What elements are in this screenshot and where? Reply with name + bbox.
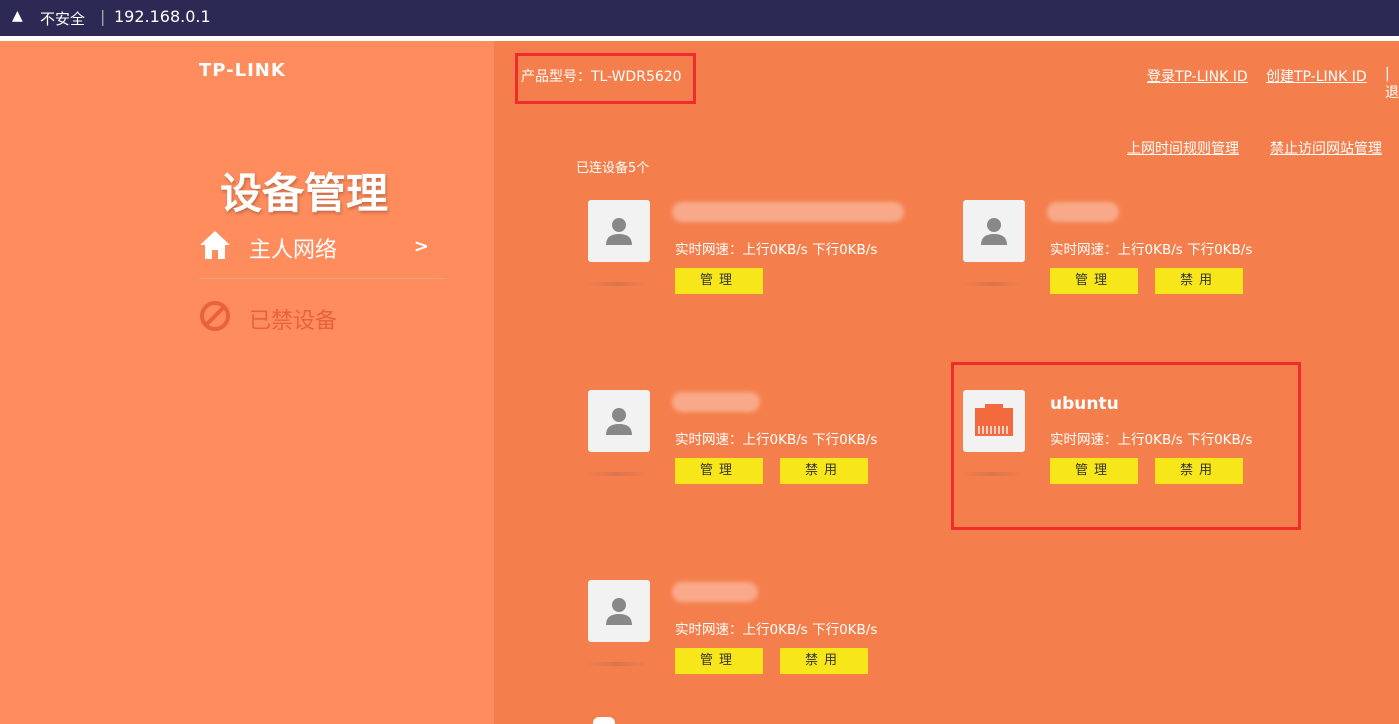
device-avatar [963,200,1025,262]
connected-device-count: 已连设备5个 [576,161,650,176]
device-name-redacted [672,202,904,222]
home-icon [199,230,231,264]
page-title: 设备管理 [220,169,389,218]
device-mac-redacted [961,282,1023,286]
blocked-websites-link[interactable]: 禁止访问网站管理 [1270,138,1382,158]
manage-button[interactable]: 管理 [1050,268,1138,294]
disable-button[interactable]: 禁用 [780,458,868,484]
scroll-indicator [593,717,615,724]
disable-button[interactable]: 禁用 [1155,268,1243,294]
highlight-box-ubuntu [951,362,1301,530]
address-separator: | [100,7,106,26]
url-field[interactable]: 192.168.0.1 [114,7,211,26]
person-icon [606,598,632,625]
device-name-redacted [1047,202,1119,222]
manage-button[interactable]: 管理 [675,648,763,674]
device-speed: 实时网速：上行0KB/s 下行0KB/s [1050,242,1253,258]
device-avatar [588,390,650,452]
sidebar-item-host-network[interactable]: 主人网络 > [199,228,445,279]
forbidden-icon [199,300,231,336]
browser-address-bar: ▲ 不安全 | 192.168.0.1 [0,0,1399,36]
device-mac-redacted [586,282,648,286]
manage-button[interactable]: 管理 [675,458,763,484]
device-mac-redacted [586,472,648,476]
device-card: 实时网速：上行0KB/s 下行0KB/s 管理 禁用 [586,580,918,690]
device-card: 实时网速：上行0KB/s 下行0KB/s 管理 [586,200,918,310]
device-speed: 实时网速：上行0KB/s 下行0KB/s [675,432,878,448]
device-speed: 实时网速：上行0KB/s 下行0KB/s [675,242,878,258]
person-icon [606,218,632,245]
security-label[interactable]: 不安全 [40,8,85,29]
disable-button[interactable]: 禁用 [780,648,868,674]
person-icon [981,218,1007,245]
sidebar-item-label: 已禁设备 [249,309,338,334]
device-speed: 实时网速：上行0KB/s 下行0KB/s [675,622,878,638]
highlight-box-model [515,53,696,104]
person-icon [606,408,632,435]
device-name-redacted [672,392,760,412]
manage-button[interactable]: 管理 [675,268,763,294]
login-tplink-id-link[interactable]: 登录TP-LINK ID [1147,66,1248,86]
device-avatar [588,200,650,262]
tp-link-logo: TP-LINK [199,60,286,81]
warning-triangle-icon[interactable]: ▲ [12,8,23,24]
create-tplink-id-link[interactable]: 创建TP-LINK ID [1266,66,1367,86]
device-card: 实时网速：上行0KB/s 下行0KB/s 管理 禁用 [586,390,918,500]
device-name-redacted [672,582,758,602]
sidebar [0,41,494,724]
device-card: 实时网速：上行0KB/s 下行0KB/s 管理 禁用 [961,200,1293,310]
device-avatar [588,580,650,642]
sidebar-item-blocked-devices[interactable]: 已禁设备 [199,298,445,338]
internet-time-rules-link[interactable]: 上网时间规则管理 [1127,138,1239,158]
chevron-right-icon: > [413,236,429,257]
device-mac-redacted [586,662,648,666]
sidebar-item-label: 主人网络 [249,238,338,263]
logout-link[interactable]: |退 [1385,66,1399,102]
